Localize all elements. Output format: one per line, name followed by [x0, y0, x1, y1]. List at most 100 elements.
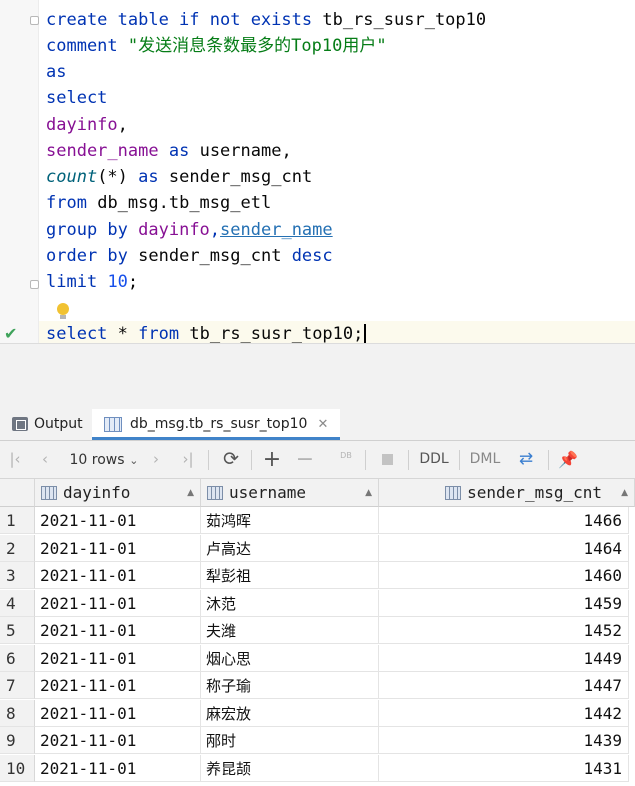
ddl-button[interactable]: DDL — [416, 441, 452, 478]
code-line: dayinfo, — [46, 115, 128, 135]
column-header-dayinfo[interactable]: dayinfo ▲ — [35, 479, 201, 507]
column-header-sender-msg-cnt[interactable]: sender_msg_cnt ▲ — [379, 479, 635, 507]
table-row[interactable]: 2 2021-11-01 卢高达 1464 — [0, 534, 635, 563]
sort-icon[interactable]: ▲ — [187, 479, 194, 507]
table-row[interactable]: 5 2021-11-01 夫潍 1452 — [0, 617, 635, 645]
code-line: as — [46, 62, 67, 82]
row-number[interactable]: 6 — [0, 644, 35, 672]
row-number[interactable]: 2 — [0, 534, 35, 562]
delete-row-icon[interactable]: − — [292, 441, 318, 478]
tab-result-table[interactable]: db_msg.tb_rs_susr_top10 ✕ — [92, 409, 341, 440]
cell-sender-msg-cnt[interactable]: 1439 — [379, 727, 629, 754]
cell-sender-msg-cnt[interactable]: 1442 — [379, 699, 629, 727]
code-line: limit 10; — [46, 272, 139, 292]
cell-sender-msg-cnt[interactable]: 1431 — [379, 754, 629, 782]
tab-output-label: Output — [34, 416, 83, 432]
table-row[interactable]: 10 2021-11-01 养昆颉 1431 — [0, 754, 635, 783]
cell-sender-msg-cnt[interactable]: 1447 — [379, 672, 629, 699]
table-row[interactable]: 8 2021-11-01 麻宏放 1442 — [0, 699, 635, 728]
row-number[interactable]: 9 — [0, 727, 35, 754]
pin-icon[interactable]: 📌 — [555, 441, 581, 478]
cell-dayinfo[interactable]: 2021-11-01 — [35, 617, 201, 644]
row-number[interactable]: 4 — [0, 589, 35, 617]
cell-dayinfo[interactable]: 2021-11-01 — [35, 562, 201, 589]
cell-dayinfo[interactable]: 2021-11-01 — [35, 672, 201, 699]
lightbulb-icon[interactable] — [57, 303, 69, 319]
row-number[interactable]: 5 — [0, 617, 35, 644]
next-page-icon[interactable]: › — [145, 441, 167, 478]
code-line: select * from tb_rs_susr_top10; — [46, 321, 367, 343]
column-icon — [445, 485, 462, 500]
row-number[interactable]: 7 — [0, 672, 35, 699]
stop-icon[interactable] — [374, 441, 400, 478]
cell-dayinfo[interactable]: 2021-11-01 — [35, 534, 201, 562]
cell-dayinfo[interactable]: 2021-11-01 — [35, 727, 201, 754]
refresh-icon[interactable]: ⟳ — [218, 441, 244, 478]
code-line: from db_msg.tb_msg_etl — [46, 193, 272, 213]
cell-sender-msg-cnt[interactable]: 1459 — [379, 589, 629, 617]
cell-dayinfo[interactable]: 2021-11-01 — [35, 699, 201, 727]
compare-icon[interactable]: ⇄ — [512, 441, 540, 478]
text-caret — [364, 324, 367, 343]
output-icon — [12, 417, 28, 431]
cell-sender-msg-cnt[interactable]: 1452 — [379, 617, 629, 644]
first-page-icon[interactable]: |‹ — [4, 441, 26, 478]
cell-dayinfo[interactable]: 2021-11-01 — [35, 754, 201, 782]
gutter-divider — [38, 0, 39, 343]
close-icon[interactable]: ✕ — [317, 417, 328, 432]
table-row[interactable]: 1 2021-11-01 茹鸿晖 1466 — [0, 507, 635, 535]
table-row[interactable]: 3 2021-11-01 犁彭祖 1460 — [0, 562, 635, 590]
tab-result-label: db_msg.tb_rs_susr_top10 — [130, 416, 308, 432]
cell-username[interactable]: 犁彭祖 — [201, 562, 379, 589]
sort-icon[interactable]: ▲ — [365, 479, 372, 507]
cell-username[interactable]: 邴时 — [201, 727, 379, 754]
code-line: order by sender_msg_cnt desc — [46, 246, 333, 266]
code-line: select — [46, 88, 108, 108]
code-line: count(*) as sender_msg_cnt — [46, 167, 313, 187]
fold-marker-icon[interactable] — [30, 16, 39, 25]
dml-button[interactable]: DML — [467, 441, 503, 478]
table-row[interactable]: 9 2021-11-01 邴时 1439 — [0, 727, 635, 755]
cell-username[interactable]: 麻宏放 — [201, 699, 379, 727]
editor-gutter — [0, 0, 38, 343]
row-number[interactable]: 8 — [0, 699, 35, 727]
cell-sender-msg-cnt[interactable]: 1449 — [379, 644, 629, 672]
row-number[interactable]: 3 — [0, 562, 35, 589]
cell-username[interactable]: 养昆颉 — [201, 754, 379, 782]
sort-icon[interactable]: ▲ — [621, 479, 628, 507]
code-line: group by dayinfo,sender_name — [46, 220, 333, 240]
row-number[interactable]: 10 — [0, 754, 35, 782]
cell-username[interactable]: 烟心思 — [201, 644, 379, 672]
column-icon — [41, 485, 57, 500]
prev-page-icon[interactable]: ‹ — [34, 441, 56, 478]
page-size-select[interactable]: 10 rows ⌄ — [66, 441, 142, 478]
row-number[interactable]: 1 — [0, 507, 35, 534]
table-row[interactable]: 6 2021-11-01 烟心思 1449 — [0, 644, 635, 673]
cell-username[interactable]: 沐范 — [201, 589, 379, 617]
cell-dayinfo[interactable]: 2021-11-01 — [35, 507, 201, 534]
cell-username[interactable]: 茹鸿晖 — [201, 507, 379, 534]
add-row-icon[interactable]: + — [259, 441, 285, 478]
table-row[interactable]: 7 2021-11-01 称子瑜 1447 — [0, 672, 635, 700]
cell-username[interactable]: 卢高达 — [201, 534, 379, 562]
fold-marker-icon[interactable] — [30, 280, 39, 289]
column-header-username[interactable]: username ▲ — [201, 479, 379, 507]
code-line: sender_name as username, — [46, 141, 292, 161]
cell-sender-msg-cnt[interactable]: 1460 — [379, 562, 629, 589]
tab-output[interactable]: Output — [12, 409, 83, 440]
code-line: comment "发送消息条数最多的Top10用户" — [46, 36, 387, 56]
last-page-icon[interactable]: ›| — [176, 441, 200, 478]
cell-username[interactable]: 称子瑜 — [201, 672, 379, 699]
table-row[interactable]: 4 2021-11-01 沐范 1459 — [0, 589, 635, 618]
panel-splitter[interactable] — [0, 343, 635, 410]
cell-dayinfo[interactable]: 2021-11-01 — [35, 589, 201, 617]
cell-sender-msg-cnt[interactable]: 1464 — [379, 534, 629, 562]
sql-editor[interactable]: ✔ create table if not exists tb_rs_susr_… — [0, 0, 635, 343]
db-submit-icon[interactable]: DB — [334, 441, 358, 478]
results-toolbar: |‹ ‹ 10 rows ⌄ › ›| ⟳ + − DB DDL DML ⇄ 📌 — [0, 441, 635, 479]
cell-username[interactable]: 夫潍 — [201, 617, 379, 644]
cell-sender-msg-cnt[interactable]: 1466 — [379, 507, 629, 534]
table-icon — [104, 416, 122, 432]
row-number-header — [0, 479, 35, 507]
cell-dayinfo[interactable]: 2021-11-01 — [35, 644, 201, 672]
